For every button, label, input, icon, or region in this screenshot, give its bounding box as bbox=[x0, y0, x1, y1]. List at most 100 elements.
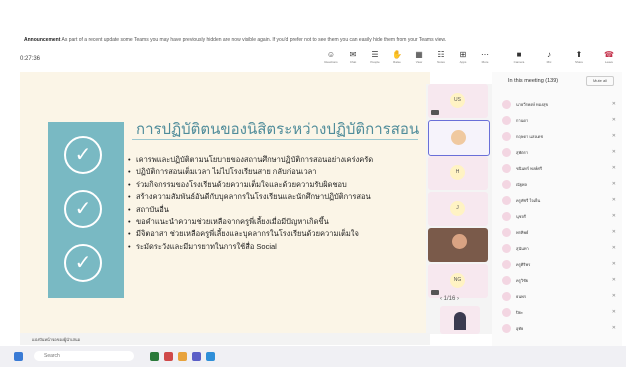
participant-row[interactable]: สุนันทา ✕ bbox=[498, 242, 618, 256]
app-icon[interactable] bbox=[150, 352, 159, 361]
apps-button[interactable]: ⊞ Apps bbox=[454, 50, 472, 70]
camera-button[interactable]: ■ Camera bbox=[510, 50, 528, 70]
chevron-right-icon[interactable]: › bbox=[457, 296, 459, 302]
video-tile-camera[interactable] bbox=[428, 228, 488, 262]
meeting-timer: 0:27:36 bbox=[20, 56, 41, 62]
announcement-banner: Announcement As part of a recent update … bbox=[24, 37, 614, 47]
chat-button[interactable]: ✉ Chat bbox=[344, 50, 362, 70]
avatar bbox=[502, 180, 511, 189]
avatar bbox=[502, 228, 511, 237]
mute-all-button[interactable]: Mute all bbox=[586, 76, 614, 86]
video-tile[interactable]: NG bbox=[428, 264, 488, 298]
chat-icon: ✉ bbox=[349, 50, 357, 59]
smile-icon: ☺ bbox=[326, 50, 336, 59]
sharing-label: แบ่งปันหน้าจอของผู้นำเสนอ bbox=[32, 337, 81, 342]
mic-off-icon: ✕ bbox=[611, 133, 616, 139]
video-tile[interactable]: H bbox=[428, 156, 488, 190]
filmstrip-pager[interactable]: ‹ 1/16 › bbox=[440, 296, 459, 302]
announcement-text: As part of a recent update some Teams yo… bbox=[61, 37, 447, 43]
sharing-bar: แบ่งปันหน้าจอของผู้นำเสนอ bbox=[20, 333, 430, 345]
leave-button[interactable]: ☎ Leave bbox=[600, 50, 618, 70]
raise-hand-button[interactable]: ✋ Raise bbox=[388, 50, 406, 70]
mic-off-icon: ✕ bbox=[611, 325, 616, 331]
mic-button[interactable]: ♪ Mic bbox=[540, 50, 558, 70]
mic-off-icon: ✕ bbox=[611, 197, 616, 203]
participant-row[interactable]: อุทัย ✕ bbox=[498, 322, 618, 336]
notes-icon: ☷ bbox=[437, 50, 445, 59]
folder-icon[interactable] bbox=[178, 352, 187, 361]
reactions-button[interactable]: ☺ Reactions bbox=[322, 50, 340, 70]
mic-off-icon: ✕ bbox=[611, 181, 616, 187]
self-avatar bbox=[454, 312, 466, 330]
avatar bbox=[502, 164, 511, 173]
mic-off-icon bbox=[431, 110, 439, 115]
participant-row[interactable]: ธนพร ✕ bbox=[498, 290, 618, 304]
avatar bbox=[502, 196, 511, 205]
participant-row[interactable]: ครูศิริพร ✕ bbox=[498, 258, 618, 272]
panel-title: In this meeting (139) bbox=[508, 78, 559, 84]
bullet-item: ร่วมกิจกรรมของโรงเรียนด้วยความเต็มใจและด… bbox=[128, 179, 424, 192]
participant-row[interactable]: สุพัตรา ✕ bbox=[498, 146, 618, 160]
people-button[interactable]: ☰ People bbox=[366, 50, 384, 70]
mic-off-icon: ✕ bbox=[611, 309, 616, 315]
mic-off-icon: ✕ bbox=[611, 117, 616, 123]
avatar bbox=[502, 148, 511, 157]
avatar bbox=[502, 260, 511, 269]
taskbar: Search bbox=[0, 346, 626, 367]
teams-icon[interactable] bbox=[192, 352, 201, 361]
bullet-item: สร้างความสัมพันธ์อันดีกับบุคลากรในโรงเรี… bbox=[128, 191, 424, 204]
participant-row[interactable]: ณัฐพล ✕ bbox=[498, 178, 618, 192]
title-underline bbox=[132, 139, 418, 140]
mic-off-icon: ✕ bbox=[611, 149, 616, 155]
self-view-tile[interactable] bbox=[440, 306, 480, 334]
avatar bbox=[502, 212, 511, 221]
share-button[interactable]: ⬆ Share bbox=[570, 50, 588, 70]
mic-off-icon: ✕ bbox=[611, 293, 616, 299]
apps-icon: ⊞ bbox=[459, 50, 467, 59]
avatar bbox=[502, 116, 511, 125]
taskbar-search[interactable]: Search bbox=[34, 351, 134, 361]
participant-row[interactable]: นายวีรพงษ์ ทองสุข ✕ bbox=[498, 98, 618, 112]
video-tile[interactable]: US bbox=[428, 84, 488, 118]
bullet-item: ขอคำแนะนำความช่วยเหลือจากครูพี่เลี้ยงเมื… bbox=[128, 216, 424, 229]
more-icon: ⋯ bbox=[481, 50, 489, 59]
edge-icon[interactable] bbox=[206, 352, 215, 361]
video-tile-active[interactable] bbox=[428, 120, 490, 156]
camera-icon: ■ bbox=[516, 50, 522, 59]
view-icon: ▦ bbox=[415, 50, 423, 59]
people-icon: ☰ bbox=[371, 50, 379, 59]
participant-row[interactable]: ปิยะ ✕ bbox=[498, 306, 618, 320]
participant-row[interactable]: ชนินทร์ พงษ์ศรี ✕ bbox=[498, 162, 618, 176]
participant-row[interactable]: กานดา ✕ bbox=[498, 114, 618, 128]
avatar bbox=[502, 100, 511, 109]
participant-row[interactable]: กฤษดา แสงเดช ✕ bbox=[498, 130, 618, 144]
mic-off-icon: ✕ bbox=[611, 101, 616, 107]
hand-icon: ✋ bbox=[392, 50, 402, 59]
slide-title: การปฏิบัติตนของนิสิตระหว่างปฏิบัติการสอน bbox=[136, 121, 420, 138]
mic-icon: ♪ bbox=[547, 50, 551, 59]
meeting-toolbar: 0:27:36 ☺ Reactions ✉ Chat ☰ People ✋ Raise … bbox=[20, 50, 624, 70]
avatar bbox=[502, 276, 511, 285]
check-circle-icon: ✓ bbox=[64, 136, 102, 174]
mic-off-icon: ✕ bbox=[611, 229, 616, 235]
participant-row[interactable]: ครูพัชรี ใจเย็น ✕ bbox=[498, 194, 618, 208]
participant-row[interactable]: พรทิพย์ ✕ bbox=[498, 226, 618, 240]
app-icon[interactable] bbox=[164, 352, 173, 361]
person-video bbox=[452, 234, 467, 249]
slide-accent-column: ✓ ✓ ✓ bbox=[48, 122, 124, 298]
more-button[interactable]: ⋯ More bbox=[476, 50, 494, 70]
windows-start-icon[interactable] bbox=[14, 352, 23, 361]
video-tile[interactable]: J bbox=[428, 192, 488, 226]
mic-off-icon: ✕ bbox=[611, 277, 616, 283]
slide-bullets: เคารพและปฏิบัติตามนโยบายของสถานศึกษาปฏิบ… bbox=[128, 154, 424, 254]
participant-row[interactable]: ครูวิชัย ✕ bbox=[498, 274, 618, 288]
check-circle-icon: ✓ bbox=[64, 244, 102, 282]
chevron-left-icon[interactable]: ‹ bbox=[440, 296, 442, 302]
avatar bbox=[502, 244, 511, 253]
mic-off-icon bbox=[431, 290, 439, 295]
announcement-label: Announcement bbox=[24, 37, 61, 43]
bullet-item: ปฏิบัติการสอนเต็มเวลา ไม่ไปโรงเรียนสาย ก… bbox=[128, 166, 424, 179]
participant-row[interactable]: นุชจรี ✕ bbox=[498, 210, 618, 224]
notes-button[interactable]: ☷ Notes bbox=[432, 50, 450, 70]
view-button[interactable]: ▦ View bbox=[410, 50, 428, 70]
